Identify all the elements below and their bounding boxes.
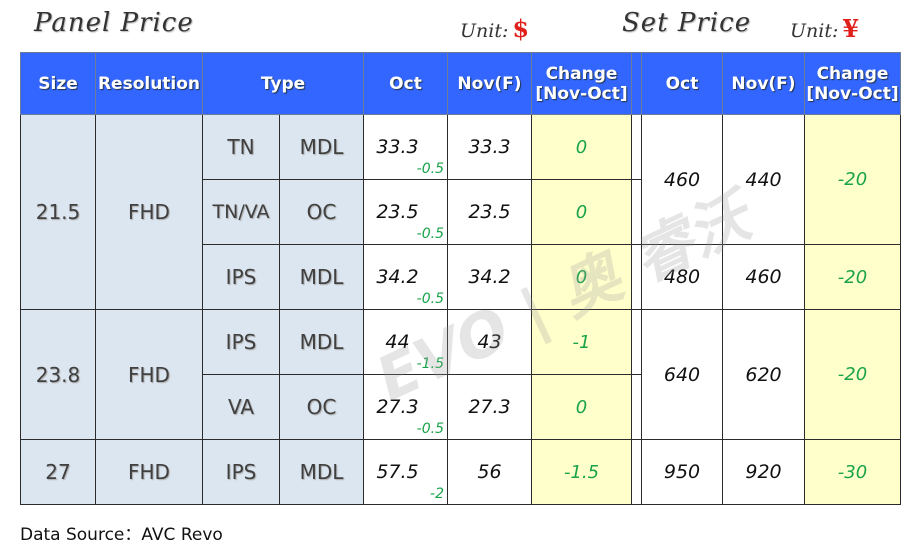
panel-nov-cell: 43 <box>447 309 532 375</box>
tech-cell: IPS <box>202 244 280 310</box>
panel-oct-cell: 34.2 -0.5 <box>363 244 448 310</box>
gap-cell <box>631 374 642 440</box>
header-panel-change: Change [Nov-Oct] <box>531 52 632 115</box>
set-oct-cell: 950 <box>641 439 723 505</box>
tech-cell: TN <box>202 114 280 180</box>
kind-cell: MDL <box>279 244 364 310</box>
panel-oct-delta: -0.5 <box>416 161 444 177</box>
tech-cell: VA <box>202 374 280 440</box>
panel-oct-value: 27.3 <box>376 396 419 418</box>
panel-oct-delta: -0.5 <box>416 291 444 307</box>
gap-cell <box>631 114 642 180</box>
panel-nov-cell: 56 <box>447 439 532 505</box>
size-cell: 27 <box>20 439 96 505</box>
kind-cell: MDL <box>279 114 364 180</box>
panel-oct-cell: 44 -1.5 <box>363 309 448 375</box>
panel-change-cell: 0 <box>531 114 632 180</box>
resolution-cell: FHD <box>95 114 203 310</box>
panel-oct-cell: 57.5 -2 <box>363 439 448 505</box>
panel-oct-delta: -2 <box>430 486 444 502</box>
header-size: Size <box>20 52 96 115</box>
gap-cell <box>631 439 642 505</box>
kind-cell: OC <box>279 374 364 440</box>
set-change-cell: -20 <box>804 114 901 245</box>
set-nov-cell: 620 <box>722 309 805 440</box>
dollar-icon: $ <box>512 14 530 43</box>
table-row: 27 FHD IPS MDL 57.5 -2 56 -1.5 950 920 -3… <box>20 439 901 505</box>
set-unit-label: Unit: <box>790 20 839 42</box>
set-change-cell: -20 <box>804 309 901 440</box>
header-panel-nov: Nov(F) <box>447 52 532 115</box>
header-gap <box>631 52 642 115</box>
panel-oct-delta: -1.5 <box>416 356 444 372</box>
panel-change-cell: 0 <box>531 179 632 245</box>
panel-change-cell: 0 <box>531 374 632 440</box>
set-change-cell: -20 <box>804 244 901 310</box>
panel-oct-cell: 27.3 -0.5 <box>363 374 448 440</box>
set-nov-cell: 440 <box>722 114 805 245</box>
panel-change-cell: -1.5 <box>531 439 632 505</box>
tech-cell: IPS <box>202 309 280 375</box>
header-set-oct: Oct <box>641 52 723 115</box>
yen-icon: ¥ <box>842 14 860 43</box>
data-source-footer: Data Source：AVC Revo <box>20 525 223 545</box>
panel-nov-cell: 27.3 <box>447 374 532 440</box>
gap-cell <box>631 244 642 310</box>
kind-cell: MDL <box>279 439 364 505</box>
panel-oct-value: 44 <box>385 331 410 353</box>
header-set-change: Change [Nov-Oct] <box>804 52 901 115</box>
header-row: Size Resolution Type Oct Nov(F) Change [… <box>20 52 901 115</box>
size-cell: 21.5 <box>20 114 96 310</box>
size-cell: 23.8 <box>20 309 96 440</box>
panel-nov-cell: 34.2 <box>447 244 532 310</box>
panel-change-cell: 0 <box>531 244 632 310</box>
panel-oct-cell: 33.3 -0.5 <box>363 114 448 180</box>
table-row: 23.8 FHD IPS MDL 44 -1.5 43 -1 640 620 -2… <box>20 309 901 440</box>
panel-oct-value: 34.2 <box>376 266 419 288</box>
set-oct-cell: 460 <box>641 114 723 245</box>
set-unit: Unit: ¥ <box>790 14 859 43</box>
panel-change-cell: -1 <box>531 309 632 375</box>
panel-unit-label: Unit: <box>460 20 509 42</box>
set-change-cell: -30 <box>804 439 901 505</box>
panel-oct-delta: -0.5 <box>416 421 444 437</box>
resolution-cell: FHD <box>95 309 203 440</box>
tech-cell: IPS <box>202 439 280 505</box>
set-nov-cell: 920 <box>722 439 805 505</box>
header-set-nov: Nov(F) <box>722 52 805 115</box>
set-oct-cell: 640 <box>641 309 723 440</box>
panel-nov-cell: 33.3 <box>447 114 532 180</box>
header-panel-oct: Oct <box>363 52 448 115</box>
header-resolution: Resolution <box>95 52 203 115</box>
panel-oct-value: 23.5 <box>376 201 419 223</box>
panel-unit: Unit: $ <box>460 14 529 43</box>
price-table: Size Resolution Type Oct Nov(F) Change [… <box>20 52 901 505</box>
gap-cell <box>631 179 642 245</box>
tech-cell: TN/VA <box>202 179 280 245</box>
panel-oct-value: 57.5 <box>376 461 419 483</box>
panel-price-title: Panel Price <box>34 8 194 38</box>
kind-cell: MDL <box>279 309 364 375</box>
set-oct-cell: 480 <box>641 244 723 310</box>
panel-oct-cell: 23.5 -0.5 <box>363 179 448 245</box>
resolution-cell: FHD <box>95 439 203 505</box>
header-type: Type <box>202 52 364 115</box>
panel-oct-delta: -0.5 <box>416 226 444 242</box>
kind-cell: OC <box>279 179 364 245</box>
panel-nov-cell: 23.5 <box>447 179 532 245</box>
gap-cell <box>631 309 642 375</box>
set-price-title: Set Price <box>622 8 752 38</box>
set-nov-cell: 460 <box>722 244 805 310</box>
panel-oct-value: 33.3 <box>376 136 419 158</box>
table-row: 21.5 FHD TN MDL 33.3 -0.5 33.3 0 460 440 … <box>20 114 901 310</box>
